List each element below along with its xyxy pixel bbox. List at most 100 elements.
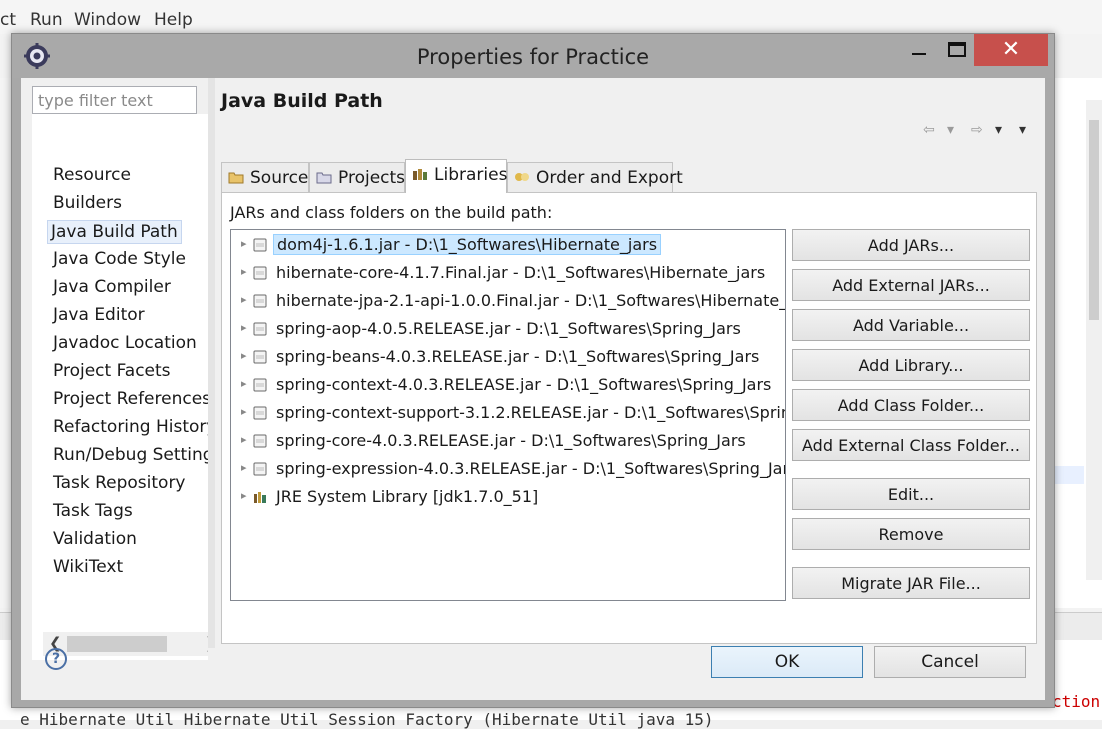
nav-item-validation[interactable]: Validation [50,528,140,552]
minimize-button[interactable] [902,34,936,66]
page-title: Java Build Path [221,90,383,112]
help-icon[interactable]: ? [45,648,67,670]
nav-item-project-facets[interactable]: Project Facets [50,360,174,384]
library-entry[interactable]: ▸ spring-expression-4.0.3.RELEASE.jar - … [231,456,785,482]
nav-item-project-references[interactable]: Project References [50,388,208,412]
expand-chevron-icon[interactable]: ▸ [241,461,247,474]
library-entry[interactable]: ▸ hibernate-jpa-2.1-api-1.0.0.Final.jar … [231,288,785,314]
edit-button[interactable]: Edit... [792,478,1030,510]
add-library-button[interactable]: Add Library... [792,349,1030,381]
nav-item-run-debug-settings[interactable]: Run/Debug Settings [50,444,208,468]
filter-input[interactable] [32,86,197,114]
jar-icon [253,378,267,392]
dialog-titlebar[interactable]: Properties for Practice ✕ [12,34,1054,78]
source-folder-icon [228,172,244,184]
library-entry[interactable]: ▸ dom4j-1.6.1.jar - D:\1_Softwares\Hiber… [231,232,785,258]
libraries-panel: JARs and class folders on the build path… [221,192,1037,644]
library-entry-jre[interactable]: ▸ JRE System Library [jdk1.7.0_51] [231,484,785,510]
add-jars-button[interactable]: Add JARs... [792,229,1030,261]
add-external-jars-button[interactable]: Add External JARs... [792,269,1030,301]
jar-icon [253,434,267,448]
tab-source[interactable]: Source [221,162,309,192]
library-entry-label: spring-context-support-3.1.2.RELEASE.jar… [276,403,786,422]
nav-item-java-code-style[interactable]: Java Code Style [50,248,189,272]
close-button[interactable]: ✕ [974,34,1048,66]
expand-chevron-icon[interactable]: ▸ [241,405,247,418]
expand-chevron-icon[interactable]: ▸ [241,489,247,502]
nav-item-refactoring-history[interactable]: Refactoring History [50,416,208,440]
dialog-content: Resource Builders Java Build Path Java C… [21,78,1045,700]
expand-chevron-icon[interactable]: ▸ [241,293,247,306]
nav-item-java-build-path[interactable]: Java Build Path [47,220,182,244]
jar-icon [253,238,267,252]
library-entry[interactable]: ▸ spring-aop-4.0.5.RELEASE.jar - D:\1_So… [231,316,785,342]
ok-button[interactable]: OK [711,646,863,678]
close-icon: ✕ [1001,37,1021,62]
library-entry-label: hibernate-jpa-2.1-api-1.0.0.Final.jar - … [276,291,786,310]
jar-icon [253,406,267,420]
nav-scrollbar-thumb[interactable] [67,636,167,652]
libraries-icon [413,169,427,180]
tab-order-and-export-label: Order and Export [536,168,683,188]
nav-item-task-tags[interactable]: Task Tags [50,500,136,524]
tab-libraries[interactable]: Libraries [405,159,507,193]
nav-item-java-compiler[interactable]: Java Compiler [50,276,174,300]
nav-item-builders[interactable]: Builders [50,192,125,216]
menu-item-help[interactable]: Help [154,10,193,30]
view-menu-chevron-down-icon[interactable]: ▾ [1019,122,1026,138]
jar-icon [253,462,267,476]
add-external-class-folder-button[interactable]: Add External Class Folder... [792,429,1030,461]
dialog-title: Properties for Practice [416,45,650,69]
library-entry[interactable]: ▸ hibernate-core-4.1.7.Final.jar - D:\1_… [231,260,785,286]
back-menu-chevron-down-icon[interactable]: ▾ [947,122,954,138]
tab-libraries-label: Libraries [434,165,508,185]
forward-arrow-icon[interactable]: ⇨ [971,122,983,138]
jar-icon [253,266,267,280]
add-class-folder-button[interactable]: Add Class Folder... [792,389,1030,421]
console-error-text: ction [1052,692,1101,711]
library-entry[interactable]: ▸ spring-beans-4.0.3.RELEASE.jar - D:\1_… [231,344,785,370]
expand-chevron-icon[interactable]: ▸ [241,321,247,334]
jre-library-icon [254,492,266,503]
library-entry[interactable]: ▸ spring-context-4.0.3.RELEASE.jar - D:\… [231,372,785,398]
nav-horizontal-scrollbar[interactable]: ❮ ❯ [43,632,208,656]
menu-item-window[interactable]: Window [74,10,141,30]
editor-scrollbar-thumb[interactable] [1089,120,1099,320]
expand-chevron-icon[interactable]: ▸ [241,349,247,362]
jar-icon [253,294,267,308]
menu-item-run[interactable]: Run [30,10,63,30]
tab-order-and-export[interactable]: Order and Export [507,162,683,192]
menu-item-project[interactable]: ct [0,10,16,30]
add-variable-button[interactable]: Add Variable... [792,309,1030,341]
editor-line-highlight [1054,466,1084,484]
nav-item-resource[interactable]: Resource [50,164,134,188]
expand-chevron-icon[interactable]: ▸ [241,377,247,390]
tab-projects-label: Projects [338,168,406,188]
library-entry-label: dom4j-1.6.1.jar - D:\1_Softwares\Hiberna… [273,234,662,255]
expand-chevron-icon[interactable]: ▸ [241,237,247,250]
cancel-button[interactable]: Cancel [874,646,1026,678]
remove-button[interactable]: Remove [792,518,1030,550]
libraries-tree: ▸ dom4j-1.6.1.jar - D:\1_Softwares\Hiber… [230,229,786,601]
library-entry-label: spring-expression-4.0.3.RELEASE.jar - D:… [276,459,786,478]
jar-icon [253,350,267,364]
library-entry[interactable]: ▸ spring-core-4.0.3.RELEASE.jar - D:\1_S… [231,428,785,454]
migrate-jar-button[interactable]: Migrate JAR File... [792,567,1030,599]
library-entry-label: JRE System Library [jdk1.7.0_51] [276,487,539,506]
nav-item-javadoc-location[interactable]: Javadoc Location [50,332,200,356]
libraries-caption: JARs and class folders on the build path… [230,203,553,222]
jar-icon [253,322,267,336]
projects-icon [316,172,332,184]
maximize-button[interactable] [940,34,974,66]
nav-item-wikitext[interactable]: WikiText [50,556,126,580]
tab-projects[interactable]: Projects [309,162,405,192]
tab-source-label: Source [250,168,309,188]
nav-item-java-editor[interactable]: Java Editor [50,304,148,328]
expand-chevron-icon[interactable]: ▸ [241,265,247,278]
panel-sash[interactable] [208,78,215,648]
back-arrow-icon[interactable]: ⇦ [923,122,935,138]
nav-item-task-repository[interactable]: Task Repository [50,472,189,496]
expand-chevron-icon[interactable]: ▸ [241,433,247,446]
library-entry[interactable]: ▸ spring-context-support-3.1.2.RELEASE.j… [231,400,785,426]
forward-menu-chevron-down-icon[interactable]: ▾ [995,122,1002,138]
